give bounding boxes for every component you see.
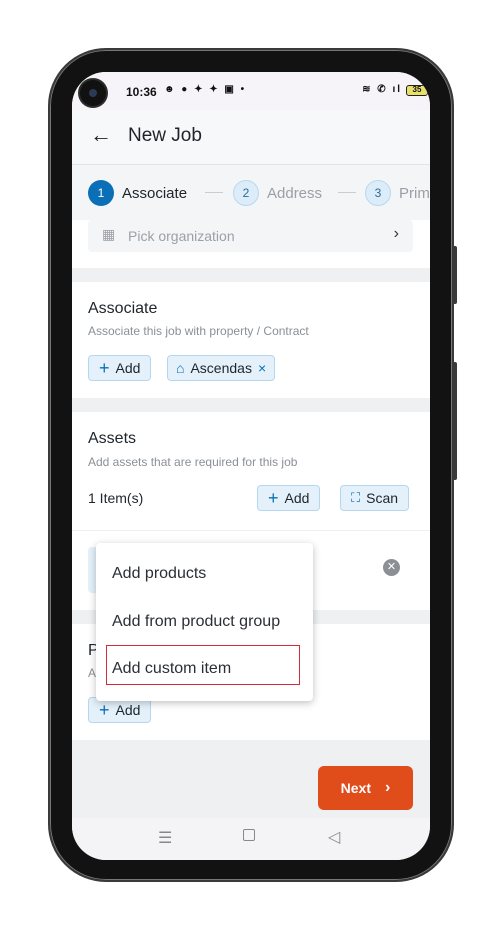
menu-item-add-products[interactable]: Add products [112, 565, 206, 583]
building-icon: ⌂ [176, 360, 185, 376]
step-label: Associate [122, 184, 188, 202]
step-number: 3 [365, 180, 391, 206]
step-address[interactable]: 2 Address [233, 179, 322, 207]
associate-subtitle: Associate this job with property / Contr… [88, 324, 309, 338]
step-number: 1 [88, 180, 114, 206]
menu-item-add-from-product-group[interactable]: Add from product group [112, 613, 280, 631]
chevron-right-icon: › [393, 225, 399, 242]
associate-title: Associate [88, 300, 158, 317]
stepper: 1 Associate 2 Address 3 Prim [72, 164, 430, 220]
associate-card: Associate Associate this job with proper… [72, 282, 430, 398]
assets-scan-button[interactable]: ⛶ Scan [340, 485, 410, 511]
scroll-content: ▦ Pick organization › Associate Associat… [72, 220, 430, 814]
volume-button [452, 246, 457, 304]
add-asset-menu: Add products Add from product group Add … [96, 543, 313, 701]
organization-card: ▦ Pick organization › [72, 220, 430, 268]
battery-icon: 35 [406, 85, 428, 96]
associate-tag-chip[interactable]: ⌂ Ascendas × [167, 355, 276, 381]
system-nav-bar: ☰ ◁ [72, 818, 430, 860]
step-associate[interactable]: 1 Associate [88, 179, 187, 207]
app-bar: ← New Job [72, 110, 430, 164]
page-title: New Job [128, 125, 202, 146]
tag-label: Ascendas [190, 360, 252, 376]
step-label: Prim [399, 184, 430, 202]
remove-icon[interactable]: × [258, 360, 266, 376]
front-camera [80, 80, 106, 106]
chevron-right-icon: › [385, 779, 391, 796]
home-icon[interactable] [243, 829, 255, 841]
assets-subtitle: Add assets that are required for this jo… [88, 455, 298, 469]
step-divider [205, 192, 223, 193]
step-divider [338, 192, 356, 193]
status-bar: 10:36 ☻ ● ✦ ✦ ▣ • ≋ ✆ ıl 35 [72, 72, 430, 110]
step-number: 2 [233, 180, 259, 206]
assets-title: Assets [88, 430, 137, 447]
button-label: Scan [366, 490, 399, 506]
power-button [452, 362, 457, 480]
back-arrow-icon[interactable]: ← [90, 122, 112, 148]
app-screen: 10:36 ☻ ● ✦ ✦ ▣ • ≋ ✆ ıl 35 ← New Job 1 … [72, 72, 430, 860]
plus-icon: + [99, 700, 110, 720]
next-button[interactable]: Next › [318, 766, 413, 810]
notification-icons: ☻ ● ✦ ✦ ▣ • [164, 84, 247, 95]
scan-icon: ⛶ [351, 490, 361, 505]
connectivity-icons: ≋ ✆ ıl [362, 84, 402, 95]
recents-icon[interactable]: ☰ [158, 828, 172, 848]
building-icon: ▦ [102, 226, 116, 242]
assets-card: Assets Add assets that are required for … [72, 412, 430, 530]
organization-picker[interactable]: ▦ Pick organization › [88, 220, 413, 252]
button-label: Add [284, 490, 310, 506]
button-label: Add [115, 702, 141, 718]
button-label: Add [115, 360, 141, 376]
status-time: 10:36 [126, 85, 157, 99]
back-triangle-icon[interactable]: ◁ [328, 827, 340, 847]
step-label: Address [267, 184, 323, 202]
assets-count: 1 Item(s) [88, 490, 144, 506]
organization-placeholder: Pick organization [128, 228, 235, 244]
remove-circle-icon[interactable]: ✕ [383, 559, 400, 576]
section-subtitle: A [88, 666, 97, 680]
plus-icon: + [268, 488, 279, 508]
plus-icon: + [99, 358, 110, 378]
button-label: Next [340, 780, 372, 796]
step-primary[interactable]: 3 Prim [365, 179, 430, 207]
highlight-box [106, 645, 300, 685]
assets-add-button[interactable]: + Add [257, 485, 321, 511]
associate-add-button[interactable]: + Add [88, 355, 152, 381]
